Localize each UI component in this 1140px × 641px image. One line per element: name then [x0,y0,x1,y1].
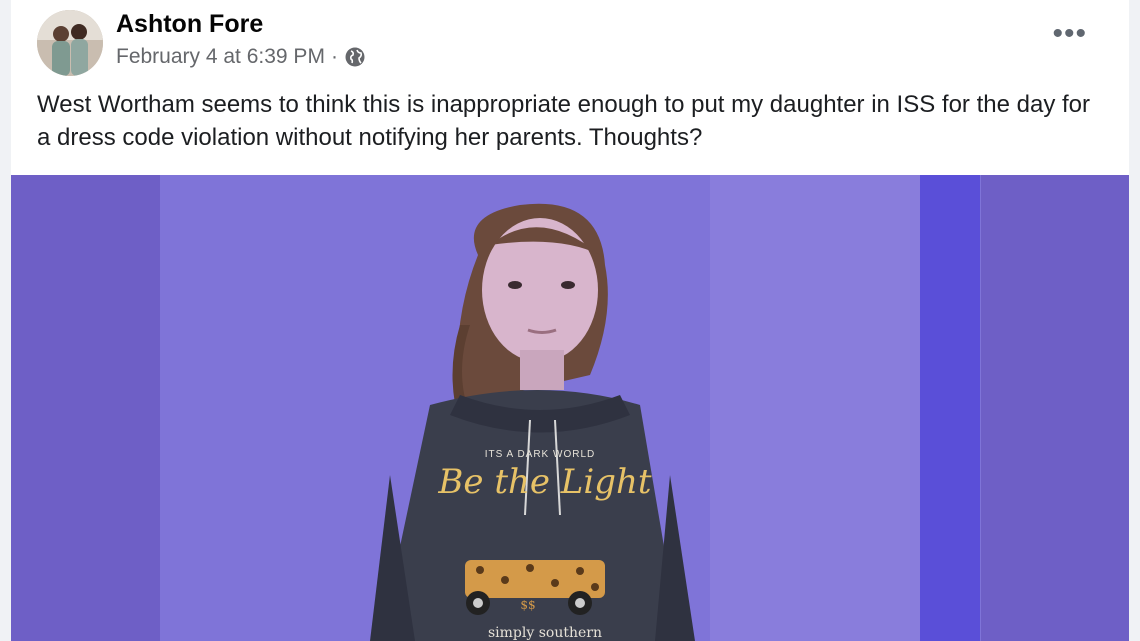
svg-text:$$: $$ [520,598,535,612]
hoodie-text-line1: ITS A DARK WORLD [485,449,595,460]
globe-icon [344,46,366,68]
hoodie-text-line3: simply southern [488,625,602,641]
post-photo-container[interactable]: $$ ITS A DARK WORLD Be the Light simply … [11,175,1129,641]
avatar-image [37,10,103,76]
hoodie-text-line2: Be the Light [437,462,652,502]
post-meta: February 4 at 6:39 PM · [116,45,366,69]
post-text: West Wortham seems to think this is inap… [37,91,1090,151]
post-timestamp[interactable]: February 4 at 6:39 PM [116,45,325,69]
facebook-post: Ashton Fore February 4 at 6:39 PM · ••• … [11,0,1129,641]
author-name[interactable]: Ashton Fore [116,10,263,39]
post-photo[interactable]: $$ ITS A DARK WORLD Be the Light simply … [160,175,981,641]
more-options-icon[interactable]: ••• [1052,19,1087,49]
meta-separator: · [330,45,338,68]
avatar[interactable] [37,10,103,76]
